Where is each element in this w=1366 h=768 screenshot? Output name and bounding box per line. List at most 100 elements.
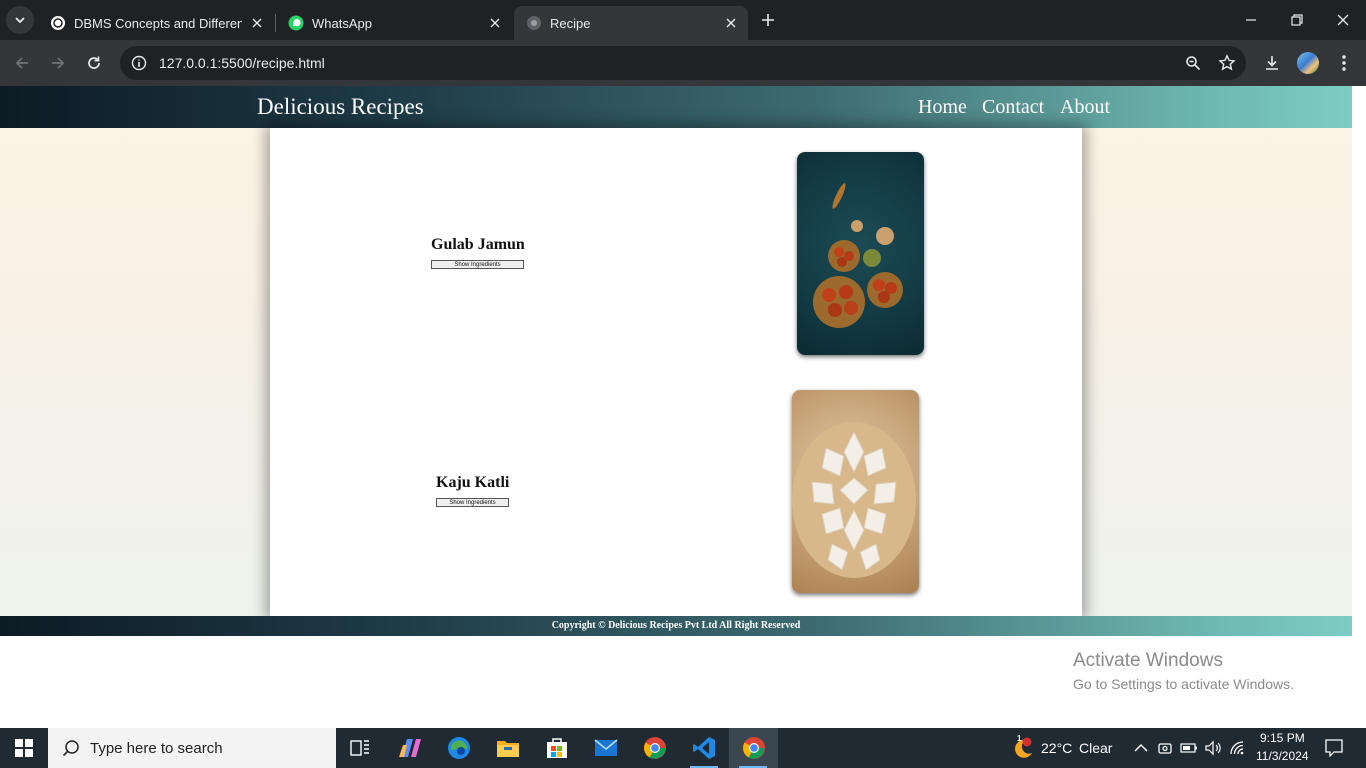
recipe-title: Gulab Jamun — [431, 236, 525, 253]
tab-whatsapp[interactable]: WhatsApp — [276, 6, 512, 40]
minimize-button[interactable] — [1228, 0, 1274, 40]
edge-button[interactable] — [435, 728, 483, 768]
profile-button[interactable] — [1293, 48, 1323, 78]
store-icon — [547, 738, 567, 758]
nav-home-link[interactable]: Home — [918, 96, 967, 119]
camera-icon — [1158, 743, 1172, 754]
speaker-icon — [1205, 740, 1221, 756]
weather-badge: 1 — [1017, 734, 1022, 743]
search-placeholder[interactable]: Type here to search — [90, 740, 223, 757]
plus-icon — [762, 14, 774, 26]
close-icon[interactable] — [486, 14, 504, 32]
site-footer: Copyright © Delicious Recipes Pvt Ltd Al… — [0, 616, 1352, 636]
tab-dbms[interactable]: DBMS Concepts and Differences — [38, 6, 274, 40]
start-button[interactable] — [0, 728, 48, 768]
vscode-button[interactable] — [680, 728, 728, 768]
address-bar[interactable]: 127.0.0.1:5500/recipe.html — [120, 46, 1246, 80]
battery-icon — [1180, 743, 1197, 753]
new-tab-button[interactable] — [756, 8, 780, 32]
site-header: Delicious Recipes Home Contact About — [0, 86, 1352, 128]
avatar — [1297, 52, 1319, 74]
browser-tab-strip: DBMS Concepts and Differences WhatsApp R… — [0, 0, 1366, 40]
windows-taskbar: Type here to search 1 22°C Clear 9:15 PM… — [0, 728, 1366, 768]
chevron-up-icon — [1134, 743, 1148, 752]
meet-now-button[interactable] — [1155, 738, 1175, 758]
globe-icon — [527, 16, 541, 30]
clock-date[interactable]: 11/3/2024 — [1256, 749, 1309, 763]
forward-arrow-icon — [52, 57, 65, 69]
restore-icon — [1291, 14, 1303, 26]
download-button[interactable] — [1257, 48, 1287, 78]
recipe-title: Kaju Katli — [436, 474, 510, 491]
menu-button[interactable] — [1329, 48, 1359, 78]
task-view-button[interactable] — [336, 728, 384, 768]
microsoft-store-button[interactable] — [533, 728, 581, 768]
nav-contact-link[interactable]: Contact — [982, 96, 1044, 119]
activate-windows-watermark: Activate Windows Go to Settings to activ… — [1073, 650, 1294, 692]
chrome-button[interactable] — [631, 728, 679, 768]
gulab-jamun-photo — [797, 152, 924, 355]
task-view-icon — [350, 740, 369, 756]
mail-button[interactable] — [582, 728, 630, 768]
chevron-down-icon — [15, 17, 25, 24]
close-icon — [1337, 14, 1349, 26]
tab-recipe[interactable]: Recipe — [514, 6, 748, 40]
chrome-icon — [644, 737, 666, 759]
browser-toolbar: 127.0.0.1:5500/recipe.html — [0, 40, 1366, 86]
tab-title: Recipe — [550, 15, 591, 31]
back-arrow-icon — [15, 57, 28, 69]
weather-temp[interactable]: 22°C — [1041, 740, 1072, 756]
notification-icon — [1325, 739, 1343, 757]
battery-button[interactable] — [1179, 738, 1199, 758]
url-text[interactable]: 127.0.0.1:5500/recipe.html — [159, 55, 1178, 71]
back-button[interactable] — [8, 49, 36, 77]
close-window-button[interactable] — [1320, 0, 1366, 40]
taskbar-search-box[interactable]: Type here to search — [48, 728, 336, 768]
weather-button[interactable] — [1010, 737, 1034, 758]
recipes-container: Gulab Jamun Show Ingredients Kaju Katli … — [270, 128, 1082, 616]
file-explorer-button[interactable] — [484, 728, 532, 768]
volume-button[interactable] — [1203, 738, 1223, 758]
vertical-scrollbar[interactable] — [1352, 86, 1366, 728]
tab-title: WhatsApp — [312, 15, 372, 31]
page-viewport: Delicious Recipes Home Contact About Gul… — [0, 86, 1352, 728]
show-ingredients-button[interactable]: Show Ingredients — [436, 498, 509, 507]
clock-time[interactable]: 9:15 PM — [1260, 731, 1305, 745]
folder-icon — [497, 741, 519, 757]
chatgpt-icon — [51, 16, 65, 30]
site-brand[interactable]: Delicious Recipes — [257, 94, 424, 120]
show-ingredients-button[interactable]: Show Ingredients — [431, 260, 524, 269]
show-hidden-icons-button[interactable] — [1131, 738, 1151, 758]
edge-icon — [448, 737, 470, 759]
moon-weather-icon — [1015, 737, 1032, 758]
kaju-katli-photo — [792, 390, 919, 593]
copilot-icon — [399, 739, 421, 757]
restore-button[interactable] — [1274, 0, 1320, 40]
chrome-icon — [742, 737, 765, 759]
close-icon[interactable] — [248, 14, 266, 32]
copilot-button[interactable] — [386, 728, 434, 768]
download-icon — [1266, 56, 1278, 70]
wifi-icon — [1230, 741, 1244, 755]
minimize-icon — [1246, 19, 1256, 21]
chrome-active-button[interactable] — [729, 728, 778, 768]
reload-icon — [88, 56, 100, 69]
notifications-button[interactable] — [1323, 738, 1345, 758]
windows-logo-icon — [15, 739, 33, 757]
nav-about-link[interactable]: About — [1060, 96, 1110, 119]
whatsapp-icon — [288, 15, 304, 31]
reload-button[interactable] — [80, 49, 108, 77]
site-info-icon[interactable] — [122, 46, 156, 80]
close-icon[interactable] — [722, 14, 740, 32]
more-vertical-icon — [1342, 55, 1346, 71]
watermark-title: Activate Windows — [1073, 650, 1223, 671]
bookmark-star-icon[interactable] — [1212, 48, 1242, 78]
tab-title: DBMS Concepts and Differences — [74, 15, 242, 31]
network-button[interactable] — [1228, 738, 1248, 758]
search-icon — [62, 740, 79, 757]
forward-button[interactable] — [44, 49, 72, 77]
zoom-icon[interactable] — [1178, 48, 1208, 78]
weather-condition[interactable]: Clear — [1079, 740, 1112, 756]
mail-icon — [594, 739, 618, 756]
tab-search-button[interactable] — [6, 6, 34, 34]
